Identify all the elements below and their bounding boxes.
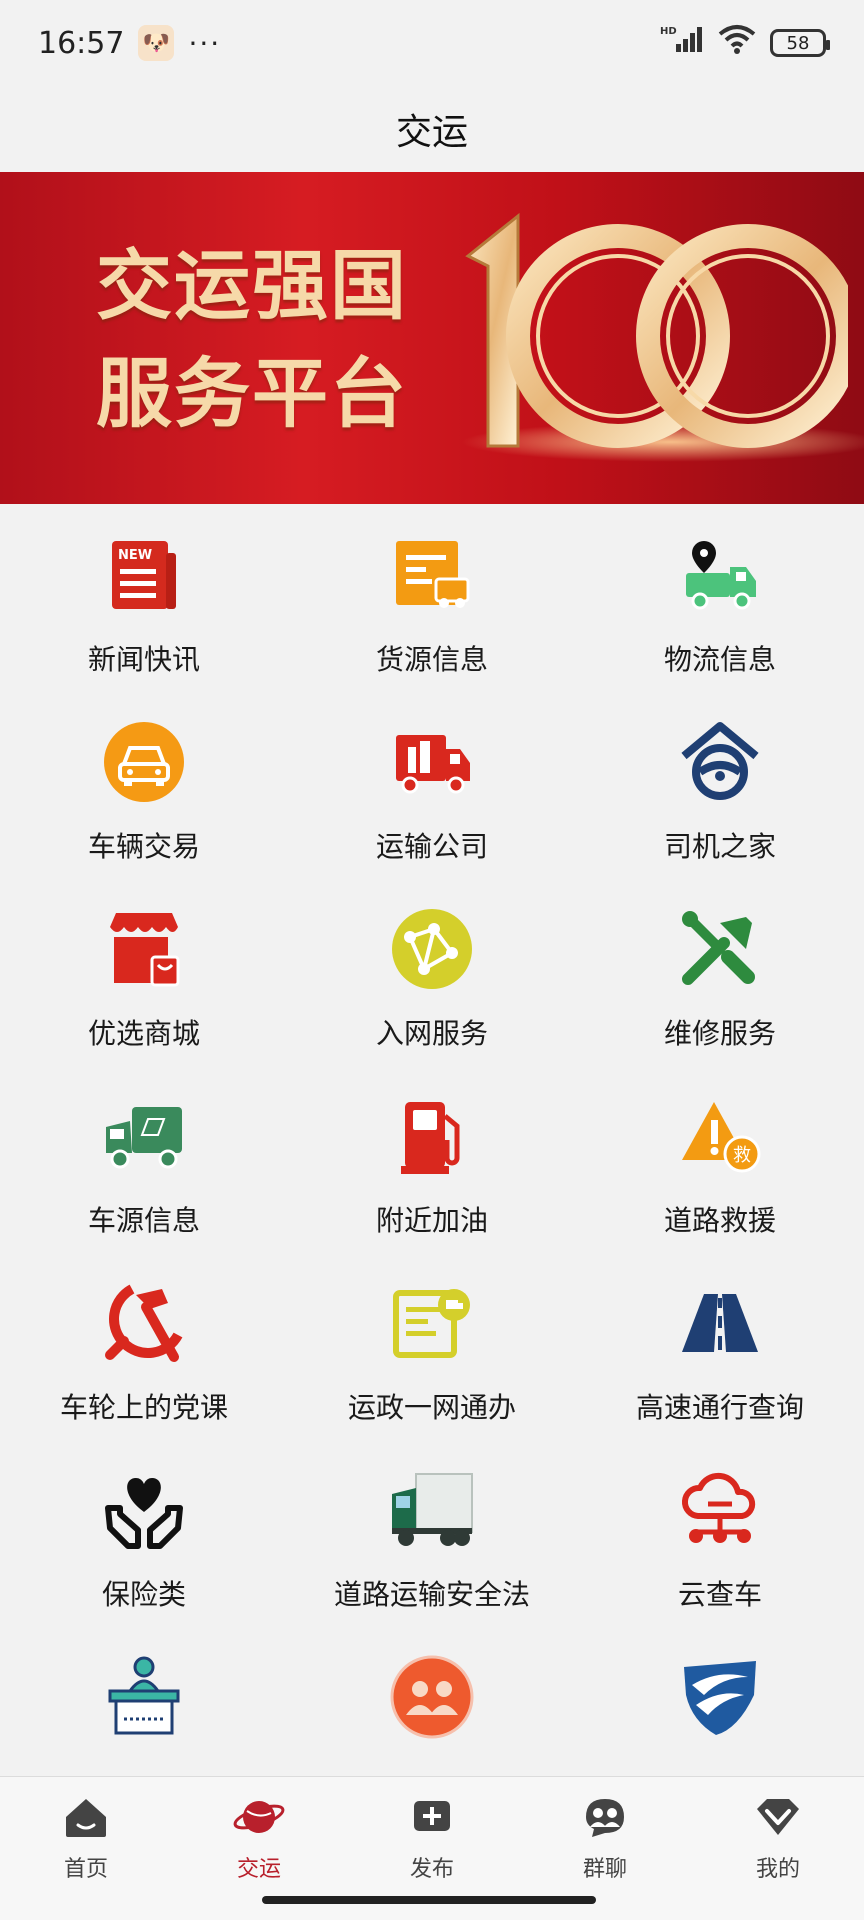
- service-label: 运政一网通办: [347, 1391, 516, 1424]
- service-label: 道路运输安全法: [333, 1578, 530, 1611]
- service-label: 新闻快讯: [87, 643, 200, 676]
- highway-icon: [675, 1278, 765, 1368]
- car-trade-icon: [99, 717, 189, 807]
- tab-profile[interactable]: 我的: [718, 1791, 838, 1883]
- service-label: 司机之家: [663, 830, 776, 863]
- service-label: 云查车: [677, 1578, 762, 1611]
- driver-home-icon: [675, 717, 765, 807]
- publish-icon: [406, 1791, 458, 1843]
- service-tile[interactable]: 运政一网通办: [288, 1268, 576, 1455]
- tab-label: 首页: [63, 1857, 108, 1882]
- status-time: 16:57: [38, 25, 125, 61]
- service-tile[interactable]: 物流信息: [576, 520, 864, 707]
- service-label: 入网服务: [375, 1017, 488, 1050]
- service-tile[interactable]: 入网服务: [288, 894, 576, 1081]
- status-left: 16:57 🐶 ···: [38, 25, 221, 61]
- app-notification-icon: 🐶: [138, 25, 175, 61]
- service-tile[interactable]: 附近加油: [288, 1081, 576, 1268]
- logistics-truck-icon: [675, 530, 765, 620]
- svg-text:HD: HD: [660, 26, 677, 37]
- svg-text:救: 救: [733, 1145, 751, 1166]
- service-label: 高速通行查询: [635, 1391, 804, 1424]
- service-tile[interactable]: 云查车: [576, 1455, 864, 1642]
- wifi-icon: [718, 24, 756, 62]
- truck-photo-icon: [387, 1465, 477, 1555]
- home-indicator[interactable]: [262, 1896, 596, 1904]
- news-icon: NEW: [99, 530, 189, 620]
- group-chat-icon: [579, 1791, 631, 1843]
- tab-label: 交运: [236, 1857, 281, 1882]
- planet-icon: [233, 1791, 285, 1843]
- store-icon: [99, 904, 189, 994]
- vehicle-source-icon: [99, 1091, 189, 1181]
- status-bar: 16:57 🐶 ··· HD 58: [0, 0, 864, 86]
- service-tile[interactable]: 高速通行查询: [576, 1268, 864, 1455]
- tab-jiaoyun[interactable]: 交运: [199, 1791, 319, 1883]
- cargo-source-icon: [387, 530, 477, 620]
- service-tile[interactable]: 优选商城: [0, 894, 288, 1081]
- podium-icon: [99, 1652, 189, 1742]
- service-tile[interactable]: 车辆交易: [0, 707, 288, 894]
- party-emblem-icon: [99, 1278, 189, 1368]
- home-icon: [60, 1791, 112, 1843]
- service-label: 道路救援: [663, 1204, 776, 1237]
- services-grid: NEW 新闻快讯 货源信息 物流信息 车辆交易 运输公司 司机之家 优选商城 入…: [0, 520, 864, 1829]
- service-label: 保险类: [101, 1578, 186, 1611]
- service-label: 车辆交易: [87, 830, 200, 863]
- service-tile[interactable]: 司机之家: [576, 707, 864, 894]
- service-tile[interactable]: 运输公司: [288, 707, 576, 894]
- promo-banner[interactable]: 交运强国 服务平台: [0, 172, 864, 504]
- profile-icon: [752, 1791, 804, 1843]
- service-label: 车源信息: [87, 1204, 200, 1237]
- page-title: 交运: [395, 112, 468, 153]
- service-label: 维修服务: [663, 1017, 776, 1050]
- svg-text:NEW: NEW: [118, 548, 152, 563]
- repair-tools-icon: [675, 904, 765, 994]
- service-tile[interactable]: NEW 新闻快讯: [0, 520, 288, 707]
- banner-title-line1: 交运强国: [96, 241, 408, 330]
- service-label: 优选商城: [87, 1017, 200, 1050]
- banner-title-line2: 服务平台: [96, 349, 408, 438]
- tab-label: 发布: [409, 1857, 454, 1882]
- meeting-icon: [387, 1652, 477, 1742]
- network-service-icon: [387, 904, 477, 994]
- transport-company-icon: [387, 717, 477, 807]
- service-label: 车轮上的党课: [59, 1391, 228, 1424]
- signal-icon: HD: [660, 24, 704, 62]
- service-label: 物流信息: [663, 643, 776, 676]
- service-label: 运输公司: [375, 830, 488, 863]
- status-right: HD 58: [660, 24, 830, 62]
- service-tile[interactable]: 货源信息: [288, 520, 576, 707]
- service-tile[interactable]: 救 道路救援: [576, 1081, 864, 1268]
- banner-title: 交运强国 服务平台: [96, 232, 456, 448]
- banner-100-emblem: [465, 212, 848, 448]
- road-rescue-icon: 救: [675, 1091, 765, 1181]
- tab-home[interactable]: 首页: [26, 1791, 146, 1883]
- cloud-check-icon: [675, 1465, 765, 1555]
- service-tile[interactable]: 保险类: [0, 1455, 288, 1642]
- tab-label: 我的: [755, 1857, 800, 1882]
- insurance-hands-icon: [99, 1465, 189, 1555]
- service-tile[interactable]: 车轮上的党课: [0, 1268, 288, 1455]
- gov-service-icon: [387, 1278, 477, 1368]
- more-notifications-icon: ···: [188, 26, 222, 60]
- service-label: 附近加油: [375, 1204, 488, 1237]
- tab-label: 群聊: [582, 1857, 627, 1882]
- service-tile[interactable]: 道路运输安全法: [288, 1455, 576, 1642]
- service-label: 货源信息: [375, 643, 488, 676]
- shield-logo-icon: [675, 1652, 765, 1742]
- tab-publish[interactable]: 发布: [372, 1791, 492, 1883]
- battery-icon: 58: [770, 29, 830, 57]
- tab-group-chat[interactable]: 群聊: [545, 1791, 665, 1883]
- fuel-pump-icon: [387, 1091, 477, 1181]
- service-tile[interactable]: 车源信息: [0, 1081, 288, 1268]
- service-tile[interactable]: 维修服务: [576, 894, 864, 1081]
